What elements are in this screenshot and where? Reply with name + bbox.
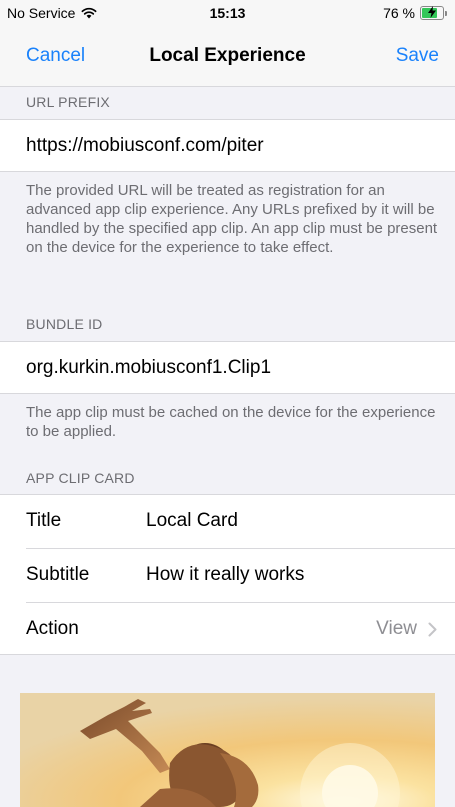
- action-row-value: View: [376, 618, 417, 639]
- title-row-label: Title: [26, 510, 62, 531]
- action-row[interactable]: Action View: [0, 603, 455, 656]
- woman-sunset-photo: [20, 693, 435, 807]
- subtitle-row-label: Subtitle: [26, 564, 90, 585]
- chevron-right-icon: [428, 622, 437, 637]
- url-prefix-cell[interactable]: https://mobiusconf.com/piter: [0, 119, 455, 172]
- bundle-id-field[interactable]: org.kurkin.mobiusconf1.Clip1: [26, 357, 271, 379]
- title-row-field[interactable]: Local Card: [146, 510, 238, 532]
- bundle-id-footer: The app clip must be cached on the devic…: [26, 404, 436, 440]
- battery-icon: [420, 6, 444, 20]
- section-header-bundle-id: BUNDLE ID: [26, 316, 103, 332]
- url-prefix-footer: The provided URL will be treated as regi…: [26, 182, 438, 256]
- save-button[interactable]: Save: [396, 45, 439, 67]
- action-row-label: Action: [26, 618, 79, 639]
- section-header-url-prefix: URL PREFIX: [26, 94, 110, 110]
- card-header-image: [20, 693, 435, 807]
- subtitle-row[interactable]: Subtitle How it really works: [0, 549, 455, 602]
- section-header-app-clip-card: APP CLIP CARD: [26, 470, 135, 486]
- navigation-bar: Cancel Local Experience Save: [0, 26, 455, 87]
- page-title: Local Experience: [149, 45, 306, 66]
- url-prefix-field[interactable]: https://mobiusconf.com/piter: [26, 135, 264, 157]
- title-row[interactable]: Title Local Card: [0, 495, 455, 548]
- battery-indicator: 76 %: [383, 5, 447, 21]
- status-bar: No Service 15:13 76 %: [0, 0, 455, 26]
- battery-tip: [445, 10, 447, 16]
- charging-bolt-icon: [428, 6, 436, 18]
- bundle-id-cell[interactable]: org.kurkin.mobiusconf1.Clip1: [0, 341, 455, 394]
- app-clip-card-group: Title Local Card Subtitle How it really …: [0, 494, 455, 655]
- subtitle-row-field[interactable]: How it really works: [146, 564, 304, 586]
- battery-percent: 76 %: [383, 5, 415, 21]
